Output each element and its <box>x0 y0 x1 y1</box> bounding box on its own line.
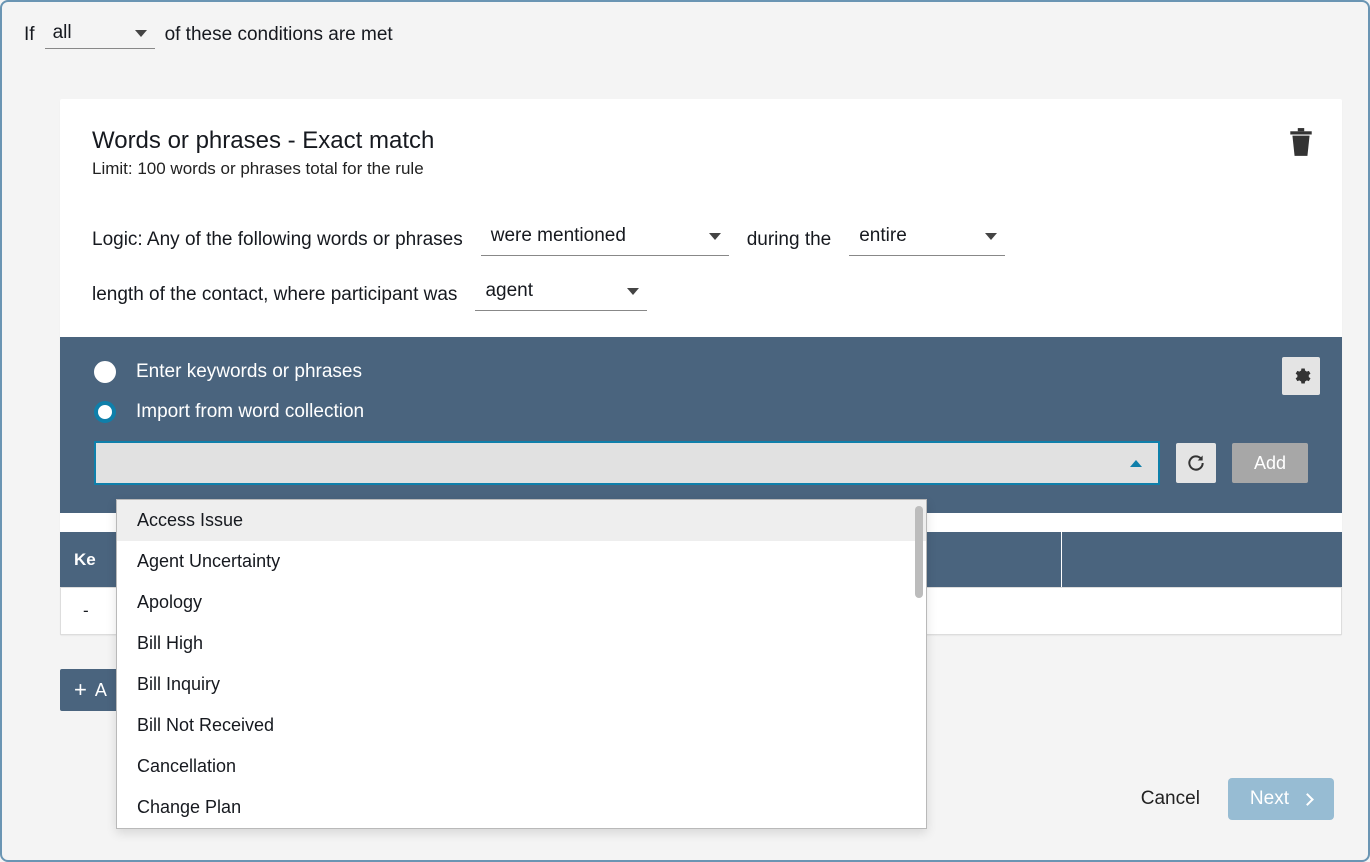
logic-sentence: Logic: Any of the following words or phr… <box>92 223 1310 256</box>
collection-input-row: Add <box>94 441 1308 485</box>
logic-prefix: Logic: Any of the following words or phr… <box>92 229 463 251</box>
radio-enter-keywords[interactable]: Enter keywords or phrases <box>94 361 1308 383</box>
collection-combobox[interactable] <box>94 441 1160 485</box>
add-condition-label: A <box>95 680 107 701</box>
next-button-label: Next <box>1250 788 1289 810</box>
table-empty-cell: - <box>83 601 89 621</box>
refresh-button[interactable] <box>1176 443 1216 483</box>
radio-import-label: Import from word collection <box>136 401 364 423</box>
condition-bar: If all of these conditions are met <box>24 20 1368 49</box>
keyword-panel: Enter keywords or phrases Import from wo… <box>60 337 1342 513</box>
footer-actions: Cancel Next <box>1141 778 1334 820</box>
settings-button[interactable] <box>1282 357 1320 395</box>
logic-sentence-2: length of the contact, where participant… <box>92 278 1310 311</box>
condition-logic-value: all <box>53 22 72 44</box>
card-title: Words or phrases - Exact match <box>92 127 1310 155</box>
dropdown-item[interactable]: Agent Uncertainty <box>117 541 926 582</box>
chevron-down-icon <box>627 288 639 295</box>
dropdown-item[interactable]: Access Issue <box>117 500 926 541</box>
keywords-header-label: Ke <box>74 550 96 570</box>
chevron-right-icon <box>1301 793 1314 806</box>
gear-icon <box>1291 366 1311 386</box>
scope-select-value: entire <box>859 225 907 247</box>
chevron-down-icon <box>135 30 147 37</box>
radio-import-collection[interactable]: Import from word collection <box>94 401 1308 423</box>
add-button[interactable]: Add <box>1232 443 1308 483</box>
refresh-icon <box>1186 453 1206 473</box>
delete-button[interactable] <box>1288 127 1314 162</box>
mention-select[interactable]: were mentioned <box>481 223 729 256</box>
column-divider <box>1061 532 1062 587</box>
radio-unselected-icon <box>94 361 116 383</box>
condition-suffix-label: of these conditions are met <box>165 24 393 46</box>
chevron-down-icon <box>985 233 997 240</box>
participant-select[interactable]: agent <box>475 278 647 311</box>
dropdown-item[interactable]: Cancellation <box>117 746 926 787</box>
next-button[interactable]: Next <box>1228 778 1334 820</box>
card-subtitle: Limit: 100 words or phrases total for th… <box>92 159 1310 179</box>
cancel-button[interactable]: Cancel <box>1141 788 1200 810</box>
dropdown-item[interactable]: Bill Inquiry <box>117 664 926 705</box>
dropdown-item[interactable]: Change Plan <box>117 787 926 828</box>
scrollbar-thumb[interactable] <box>915 506 923 598</box>
radio-enter-label: Enter keywords or phrases <box>136 361 362 383</box>
logic-length: length of the contact, where participant… <box>92 284 457 306</box>
dropdown-item[interactable]: Apology <box>117 582 926 623</box>
trash-icon <box>1288 127 1314 157</box>
collection-dropdown: Access Issue Agent Uncertainty Apology B… <box>116 499 927 829</box>
chevron-down-icon <box>709 233 721 240</box>
dropdown-item[interactable]: Bill Not Received <box>117 705 926 746</box>
add-button-label: Add <box>1254 453 1286 474</box>
chevron-up-icon <box>1130 460 1142 467</box>
plus-icon: + <box>74 679 87 701</box>
condition-if-label: If <box>24 24 35 46</box>
condition-logic-select[interactable]: all <box>45 20 155 49</box>
mention-select-value: were mentioned <box>491 225 626 247</box>
participant-select-value: agent <box>485 280 533 302</box>
scope-select[interactable]: entire <box>849 223 1005 256</box>
radio-selected-icon <box>94 401 116 423</box>
dropdown-item[interactable]: Bill High <box>117 623 926 664</box>
logic-during: during the <box>747 229 832 251</box>
